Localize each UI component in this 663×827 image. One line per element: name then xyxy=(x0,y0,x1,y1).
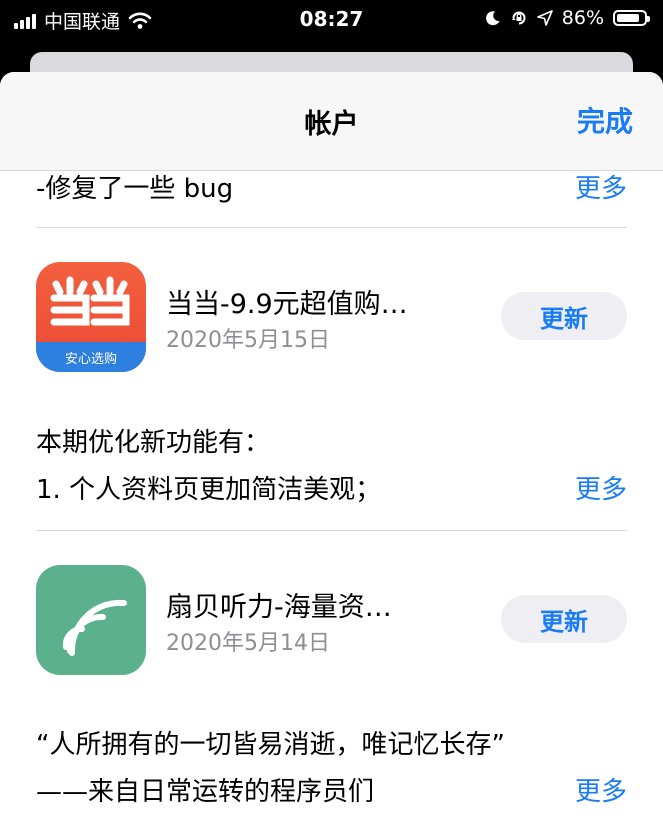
update-button[interactable]: 更新 xyxy=(501,292,627,340)
release-notes-line: ——来自日常运转的程序员们 xyxy=(36,777,375,807)
account-sheet: 帐户 完成 -修复了一些 bug 更多 安心选购 当当-9.9元超值购… 202… xyxy=(0,72,663,827)
app-date: 2020年5月14日 xyxy=(166,631,330,656)
signal-waves-icon xyxy=(62,599,127,656)
page-title: 帐户 xyxy=(304,109,359,140)
battery-icon xyxy=(613,10,650,26)
shanbay-app-icon[interactable] xyxy=(36,565,146,675)
release-notes-line: 1. 个人资料页更加简洁美观； xyxy=(36,475,382,505)
update-button[interactable]: 更新 xyxy=(501,595,627,643)
app-date: 2020年5月15日 xyxy=(166,328,330,353)
done-button[interactable]: 完成 xyxy=(577,100,633,140)
more-button[interactable]: 更多 xyxy=(575,771,627,808)
app-name[interactable]: 扇贝听力-海量资… xyxy=(166,585,392,624)
orientation-lock-icon xyxy=(511,11,526,25)
more-button[interactable]: 更多 xyxy=(575,469,627,506)
more-button[interactable]: 更多 xyxy=(575,168,627,205)
release-notes-line: -修复了一些 bug xyxy=(36,174,234,204)
release-notes-line: 本期优化新功能有： xyxy=(36,428,271,458)
dangdang-logo-icon xyxy=(50,276,130,326)
dangdang-app-icon[interactable]: 安心选购 xyxy=(36,262,146,372)
release-notes-line: “人所拥有的一切皆易消逝，唯记忆长存” xyxy=(36,730,505,760)
app-name[interactable]: 当当-9.9元超值购… xyxy=(166,282,408,321)
updates-list[interactable]: -修复了一些 bug 更多 安心选购 当当-9.9元超值购… 2020年5月15… xyxy=(0,72,663,827)
status-bar: 中国联通 08:27 86% xyxy=(0,0,663,40)
battery-percent: 86% xyxy=(561,7,604,29)
navigation-bar: 帐户 完成 xyxy=(0,72,663,171)
location-arrow-icon xyxy=(536,10,553,26)
moon-icon xyxy=(485,11,500,26)
icon-caption: 安心选购 xyxy=(64,352,117,367)
divider xyxy=(36,530,627,531)
battery-fill xyxy=(617,14,640,22)
divider xyxy=(36,227,627,228)
status-right: 86% xyxy=(485,7,650,29)
